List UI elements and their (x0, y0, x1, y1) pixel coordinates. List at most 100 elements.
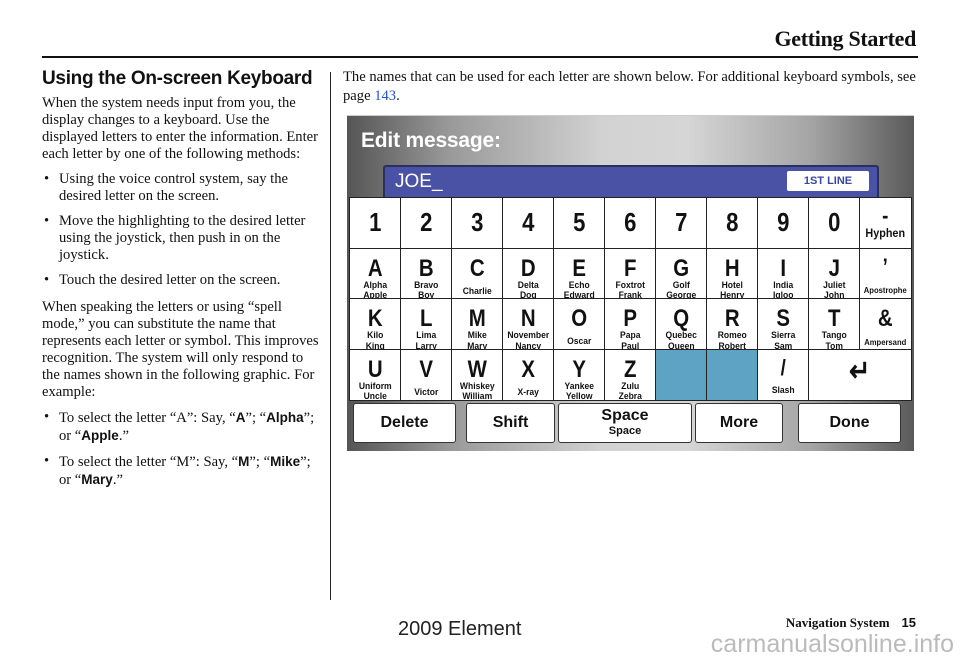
delete-button[interactable]: Delete (353, 403, 456, 443)
key-foxtrot[interactable]: F Foxtrot Frank (604, 247, 657, 301)
key-delta[interactable]: D Delta Dog (502, 247, 555, 301)
key-grid: 1 2 3 4 5 6 7 8 9 0 - Hyphen A Alpha Apple B Bravo Boy C Ch… (349, 197, 912, 402)
key-character: W (467, 355, 487, 383)
examples-list: To select the letter “A”: Say, “A”; “Alp… (42, 409, 324, 489)
key-mike[interactable]: M Mike Mary (451, 298, 504, 351)
key-character: S (776, 305, 791, 332)
key-uniform[interactable]: U Uniform Uncle (349, 348, 402, 402)
message-input-field[interactable]: JOE_ 1ST LINE (383, 165, 879, 198)
key-character: ’ (882, 253, 888, 279)
key-character: 4 (522, 207, 535, 237)
page-header-title: Getting Started (774, 26, 916, 51)
key-character: D (520, 254, 536, 282)
key-character: 9 (777, 207, 790, 237)
key-tango[interactable]: T Tango Tom (808, 298, 861, 351)
key-november[interactable]: N November Nancy (502, 298, 555, 351)
key-hyphen[interactable]: - Hyphen (859, 197, 912, 249)
key-bravo[interactable]: B Bravo Boy (400, 247, 453, 301)
key-character: 7 (675, 207, 688, 237)
key-character: 3 (471, 207, 484, 237)
more-button[interactable]: More (695, 403, 783, 443)
input-methods-list: Using the voice control system, say the … (42, 171, 324, 289)
key-quebec[interactable]: Q Quebec Queen (655, 298, 708, 351)
key-1[interactable]: 1 (349, 197, 402, 249)
key-7[interactable]: 7 (655, 197, 708, 249)
enter-key[interactable]: ↵ (808, 348, 912, 401)
key-voice-name-alt: Uncle (363, 391, 387, 402)
key-voice-name-alt: Yellow (565, 391, 593, 402)
example-item: To select the letter “M”: Say, “M”; “Mik… (42, 453, 324, 489)
key-character: 2 (420, 207, 433, 237)
key-yankee[interactable]: Y Yankee Yellow (553, 348, 606, 402)
key-slash[interactable]: / Slash (757, 348, 810, 401)
key-charlie[interactable]: C Charlie (451, 247, 504, 300)
intro-text: The names that can be used for each lett… (343, 69, 916, 104)
key-kilo[interactable]: K Kilo King (349, 298, 402, 351)
shift-button[interactable]: Shift (466, 403, 555, 443)
key-voice-name: X-ray (517, 386, 539, 398)
key-lima[interactable]: L Lima Larry (400, 298, 453, 351)
key-2[interactable]: 2 (400, 197, 453, 249)
key-character: - (882, 203, 889, 228)
key-character: / (780, 354, 786, 380)
key-character: P (623, 305, 638, 332)
example-text: To select the letter “M”: Say, “ (59, 454, 239, 470)
key-3[interactable]: 3 (451, 197, 504, 249)
key-character: & (877, 305, 893, 332)
key-voice-name-alt: William (462, 391, 493, 402)
key-voice-name: Charlie (462, 285, 492, 297)
method-item: Touch the desired letter on the screen. (42, 272, 324, 289)
key-8[interactable]: 8 (706, 197, 759, 249)
key-victor[interactable]: V Victor (400, 348, 453, 401)
example-text: To select the letter “A”: Say, “ (59, 410, 236, 426)
key-papa[interactable]: P Papa Paul (604, 298, 657, 351)
key-character: 1 (369, 207, 382, 237)
key-sierra[interactable]: S Sierra Sam (757, 298, 810, 351)
example-term: M (238, 454, 250, 469)
key-echo[interactable]: E Echo Edward (553, 247, 606, 301)
key-character: Z (624, 355, 637, 383)
key-9[interactable]: 9 (757, 197, 810, 249)
example-term: Mary (81, 472, 113, 487)
example-text: .” (112, 472, 123, 488)
key-character: 0 (828, 207, 841, 237)
key-zulu[interactable]: Z Zulu Zebra (604, 348, 657, 402)
key-golf[interactable]: G Golf George (655, 247, 708, 301)
key-6[interactable]: 6 (604, 197, 657, 249)
intro-text: . (396, 88, 400, 104)
key-apostrophe[interactable]: ’ Apostrophe (859, 247, 912, 300)
page-link[interactable]: 143 (374, 88, 396, 104)
key-character: H (724, 254, 740, 282)
key-5[interactable]: 5 (553, 197, 606, 249)
key-voice-name-alt: Zebra (618, 391, 642, 402)
example-term: Alpha (266, 410, 304, 425)
key-whiskey[interactable]: W Whiskey William (451, 348, 504, 402)
key-character: L (420, 305, 433, 332)
key-x-ray[interactable]: X X-ray (502, 348, 555, 401)
key-character: X (521, 355, 536, 383)
done-button[interactable]: Done (798, 403, 901, 443)
key-oscar[interactable]: O Oscar (553, 298, 606, 350)
key-juliet[interactable]: J Juliet John (808, 247, 861, 301)
key-character: T (828, 305, 841, 332)
example-term: Mike (270, 454, 301, 469)
column-divider (330, 72, 331, 600)
key-india[interactable]: I India Igloo (757, 247, 810, 301)
onscreen-keyboard-screen: Edit message: JOE_ 1ST LINE 1234567890-H… (347, 115, 914, 451)
space-button[interactable]: Space Space (558, 403, 692, 443)
example-text: ”; “ (249, 454, 271, 470)
header-rule (42, 56, 918, 58)
key-ampersand[interactable]: & Ampersand (859, 298, 912, 350)
blank-key (655, 348, 708, 401)
page-number: 15 (901, 615, 916, 630)
key-alpha[interactable]: A Alpha Apple (349, 247, 402, 301)
key-4[interactable]: 4 (502, 197, 555, 249)
key-romeo[interactable]: R Romeo Robert (706, 298, 759, 351)
method-item: Using the voice control system, say the … (42, 171, 324, 205)
example-text: ”; “ (245, 410, 267, 426)
line-indicator-badge[interactable]: 1ST LINE (787, 171, 869, 191)
key-0[interactable]: 0 (808, 197, 861, 249)
key-hotel[interactable]: H Hotel Henry (706, 247, 759, 301)
key-voice-name: Apostrophe (863, 284, 907, 295)
key-character: N (520, 305, 536, 332)
